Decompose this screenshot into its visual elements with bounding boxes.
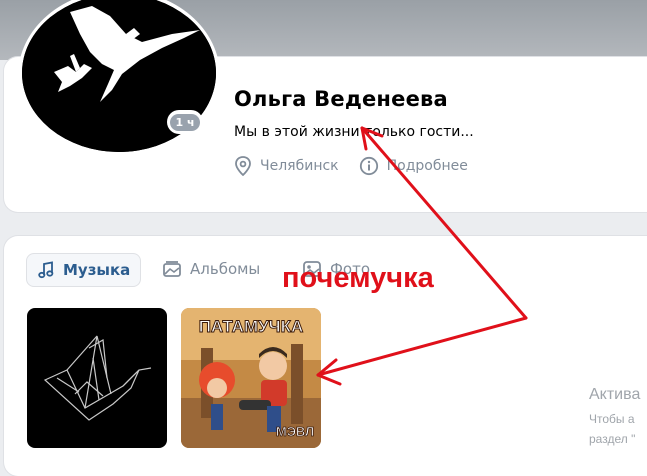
patamuchka-title-text: ПАТАМУЧКА: [199, 317, 304, 336]
windows-activation-line2: Чтобы а: [589, 412, 635, 426]
info-icon: [359, 156, 378, 176]
profile-info-row: Челябинск Подробнее: [234, 156, 482, 176]
annotation-label: почемучка: [282, 262, 434, 294]
profile-status[interactable]: Мы в этой жизни только гости...: [234, 124, 474, 140]
patamuchka-cover[interactable]: ПАТАМУЧКА МЭВЛ: [181, 308, 321, 448]
patamuchka-artist-text: МЭВЛ: [276, 424, 314, 439]
windows-activation-line3: раздел ": [589, 432, 636, 446]
origami-crane-image: [27, 308, 167, 448]
details-item[interactable]: Подробнее: [359, 156, 468, 176]
city-label: Челябинск: [260, 158, 339, 174]
details-link[interactable]: Подробнее: [387, 158, 468, 174]
patamuchka-album-art: ПАТАМУЧКА МЭВЛ: [181, 308, 321, 448]
tab-music-label: Музыка: [63, 261, 131, 279]
profile-name: Ольга Веденеева: [234, 87, 448, 111]
albums-icon: [163, 261, 181, 277]
windows-activation-title: Актива: [589, 386, 641, 403]
online-ago-text: 1 ч: [170, 113, 200, 131]
online-status-badge: 1 ч: [167, 110, 203, 134]
city-item: Челябинск: [234, 156, 339, 176]
tab-albums[interactable]: Альбомы: [152, 253, 270, 285]
paper-crane-cover[interactable]: [27, 308, 167, 448]
tab-music[interactable]: Музыка: [26, 253, 142, 287]
location-pin-icon: [235, 156, 251, 176]
music-note-icon: [38, 261, 54, 279]
tab-albums-label: Альбомы: [190, 260, 261, 278]
